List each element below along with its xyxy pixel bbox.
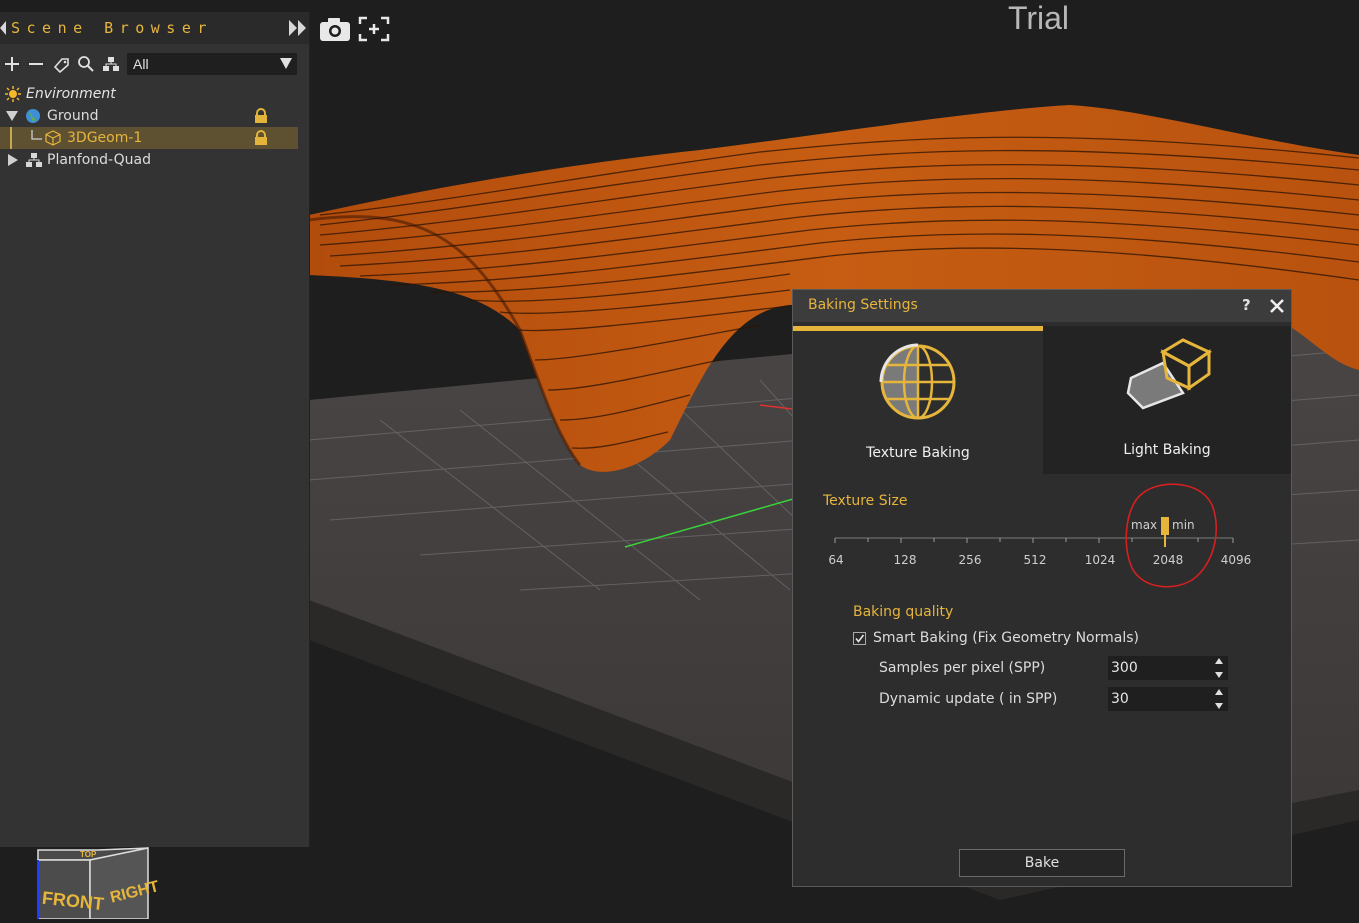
tab-label: Light Baking [1123, 442, 1211, 458]
scene-filter-select[interactable]: All [127, 53, 297, 75]
texture-size-label: Texture Size [823, 493, 908, 509]
focus-button[interactable] [357, 14, 391, 44]
focus-frame-icon [358, 16, 390, 42]
spp-value: 300 [1111, 660, 1138, 676]
tree-item-3dgeom-1[interactable]: 3DGeom-1 [0, 127, 298, 149]
close-icon[interactable] [1269, 298, 1285, 314]
sun-icon [5, 86, 21, 102]
bake-button[interactable]: Bake [959, 849, 1125, 877]
camera-icon [320, 18, 350, 41]
view-cube-top-label: TOP [80, 850, 97, 859]
dynamic-update-label: Dynamic update ( in SPP) [879, 691, 1058, 707]
tick-label: 256 [958, 553, 982, 567]
help-button[interactable]: ? [1242, 296, 1251, 314]
spp-label: Samples per pixel (SPP) [879, 660, 1046, 676]
tick-label: 512 [1023, 553, 1047, 567]
tree-connector [10, 127, 12, 149]
hierarchy-icon [26, 153, 42, 167]
lock-icon[interactable] [254, 108, 268, 124]
expanded-arrow-icon[interactable] [6, 111, 18, 121]
spp-spinbox[interactable]: 300 [1108, 656, 1228, 680]
dialog-title: Baking Settings [808, 297, 918, 313]
scene-browser-toolbar: All [0, 52, 309, 78]
snapshot-button[interactable] [318, 14, 352, 44]
dynamic-update-spinbox[interactable]: 30 [1108, 687, 1228, 711]
tree-item-label: 3DGeom-1 [67, 130, 143, 146]
tag-icon[interactable] [52, 55, 70, 73]
tick-label: 64 [828, 553, 844, 567]
check-icon [855, 634, 865, 643]
baking-quality-label: Baking quality [853, 604, 954, 620]
collapsed-arrow-icon[interactable] [8, 154, 18, 166]
search-icon[interactable] [77, 55, 95, 73]
tree-item-ground[interactable]: Ground [0, 105, 309, 127]
annotation-circle [1125, 483, 1218, 588]
lock-icon[interactable] [254, 130, 268, 146]
tree-item-label: Environment [26, 86, 116, 102]
tab-texture-baking[interactable]: Texture Baking [793, 326, 1043, 474]
light-cube-icon [1126, 338, 1212, 410]
expand-right-icon[interactable] [289, 20, 307, 36]
globe-texture-icon [879, 343, 956, 420]
tick-label: 4096 [1220, 553, 1252, 567]
dialog-titlebar[interactable]: Baking Settings ? [793, 290, 1291, 322]
scene-filter-value: All [133, 56, 149, 72]
smart-baking-checkbox[interactable] [853, 632, 866, 645]
remove-icon[interactable] [27, 55, 45, 73]
add-icon[interactable] [3, 55, 21, 73]
dynamic-update-value: 30 [1111, 691, 1129, 707]
cube-icon [45, 130, 61, 146]
hierarchy-icon[interactable] [102, 55, 120, 73]
trial-watermark: Trial [1008, 0, 1070, 36]
tick-label: 1024 [1084, 553, 1116, 567]
spin-arrows-icon[interactable] [1214, 688, 1224, 710]
globe-icon [26, 109, 40, 123]
tab-light-baking[interactable]: Light Baking [1043, 326, 1291, 474]
active-tab-indicator [793, 326, 1043, 331]
spin-arrows-icon[interactable] [1214, 657, 1224, 679]
scene-browser-title: Scene Browser [11, 19, 213, 37]
tree-item-label: Planfond-Quad [47, 152, 151, 168]
chevron-down-icon [280, 58, 292, 69]
view-cube[interactable]: FRONT RIGHT TOP [30, 840, 161, 920]
scene-browser-panel: Scene Browser All Environment Ground 3DG… [0, 12, 310, 847]
scene-browser-header: Scene Browser [0, 12, 309, 44]
smart-baking-label: Smart Baking (Fix Geometry Normals) [873, 630, 1139, 646]
tree-item-label: Ground [47, 108, 99, 124]
tab-label: Texture Baking [866, 445, 970, 461]
tree-item-environment[interactable]: Environment [0, 83, 309, 105]
tree-branch-icon [31, 130, 42, 140]
tick-label: 128 [893, 553, 917, 567]
collapse-left-icon[interactable] [0, 21, 8, 35]
tree-item-planfond-quad[interactable]: Planfond-Quad [0, 149, 309, 171]
